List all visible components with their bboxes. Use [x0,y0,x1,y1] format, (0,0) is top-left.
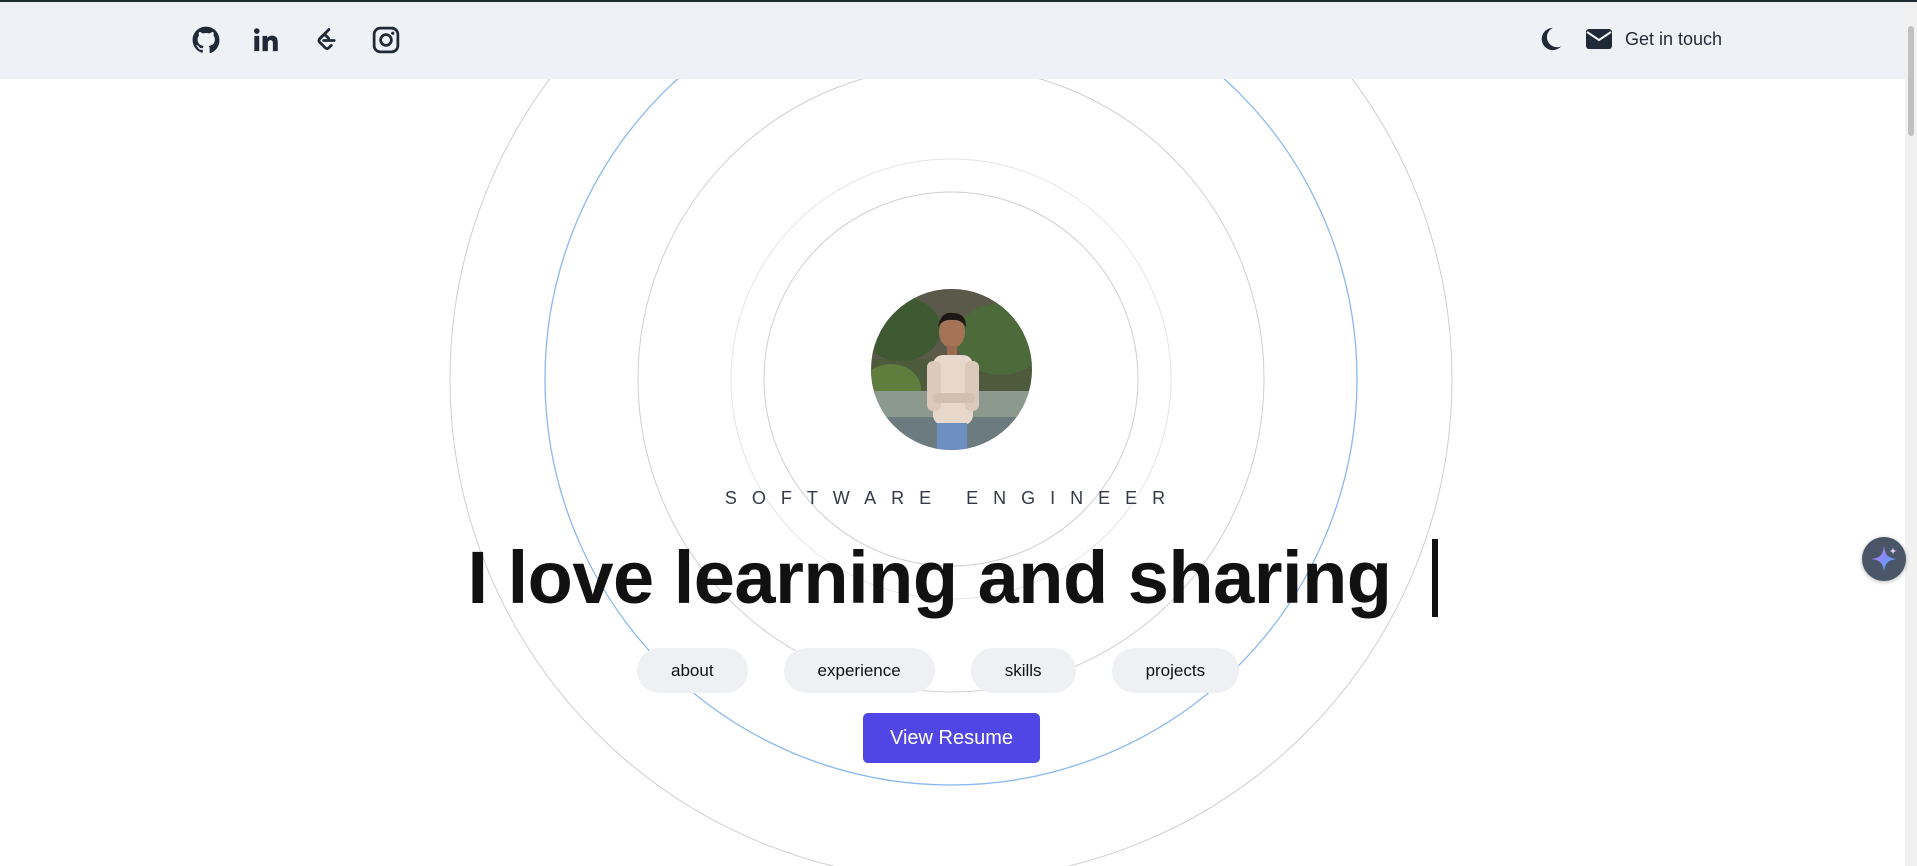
navbar-actions: Get in touch [1535,24,1722,54]
section-nav: about experience skills projects [637,648,1240,693]
leetcode-icon[interactable] [310,24,342,56]
nav-pill-skills[interactable]: skills [970,648,1076,693]
linkedin-icon[interactable] [250,24,282,56]
envelope-icon [1586,29,1612,49]
nav-pill-experience[interactable]: experience [783,648,935,693]
page-scrollbar[interactable] [1905,2,1917,866]
headline-text: I love learning and sharing [467,536,1392,619]
role-title: SOFTWARE ENGINEER [724,488,1181,508]
navbar: Get in touch [0,2,1905,79]
get-in-touch-label: Get in touch [1625,28,1723,49]
view-resume-button[interactable]: View Resume [863,713,1040,763]
assistant-button[interactable] [1862,537,1906,581]
get-in-touch-link[interactable]: Get in touch [1585,28,1722,50]
github-icon[interactable] [190,24,222,56]
typing-caret [1431,539,1438,617]
scrollbar-thumb[interactable] [1908,26,1914,136]
sparkle-icon [1871,546,1897,572]
instagram-icon[interactable] [370,24,402,56]
window-top-edge [0,0,1917,2]
profile-avatar [871,289,1032,450]
hero-headline: I love learning and sharing [0,535,1905,620]
nav-pill-about[interactable]: about [637,648,748,693]
nav-pill-projects[interactable]: projects [1111,648,1240,693]
moon-icon[interactable] [1535,24,1565,54]
social-links [190,24,402,56]
